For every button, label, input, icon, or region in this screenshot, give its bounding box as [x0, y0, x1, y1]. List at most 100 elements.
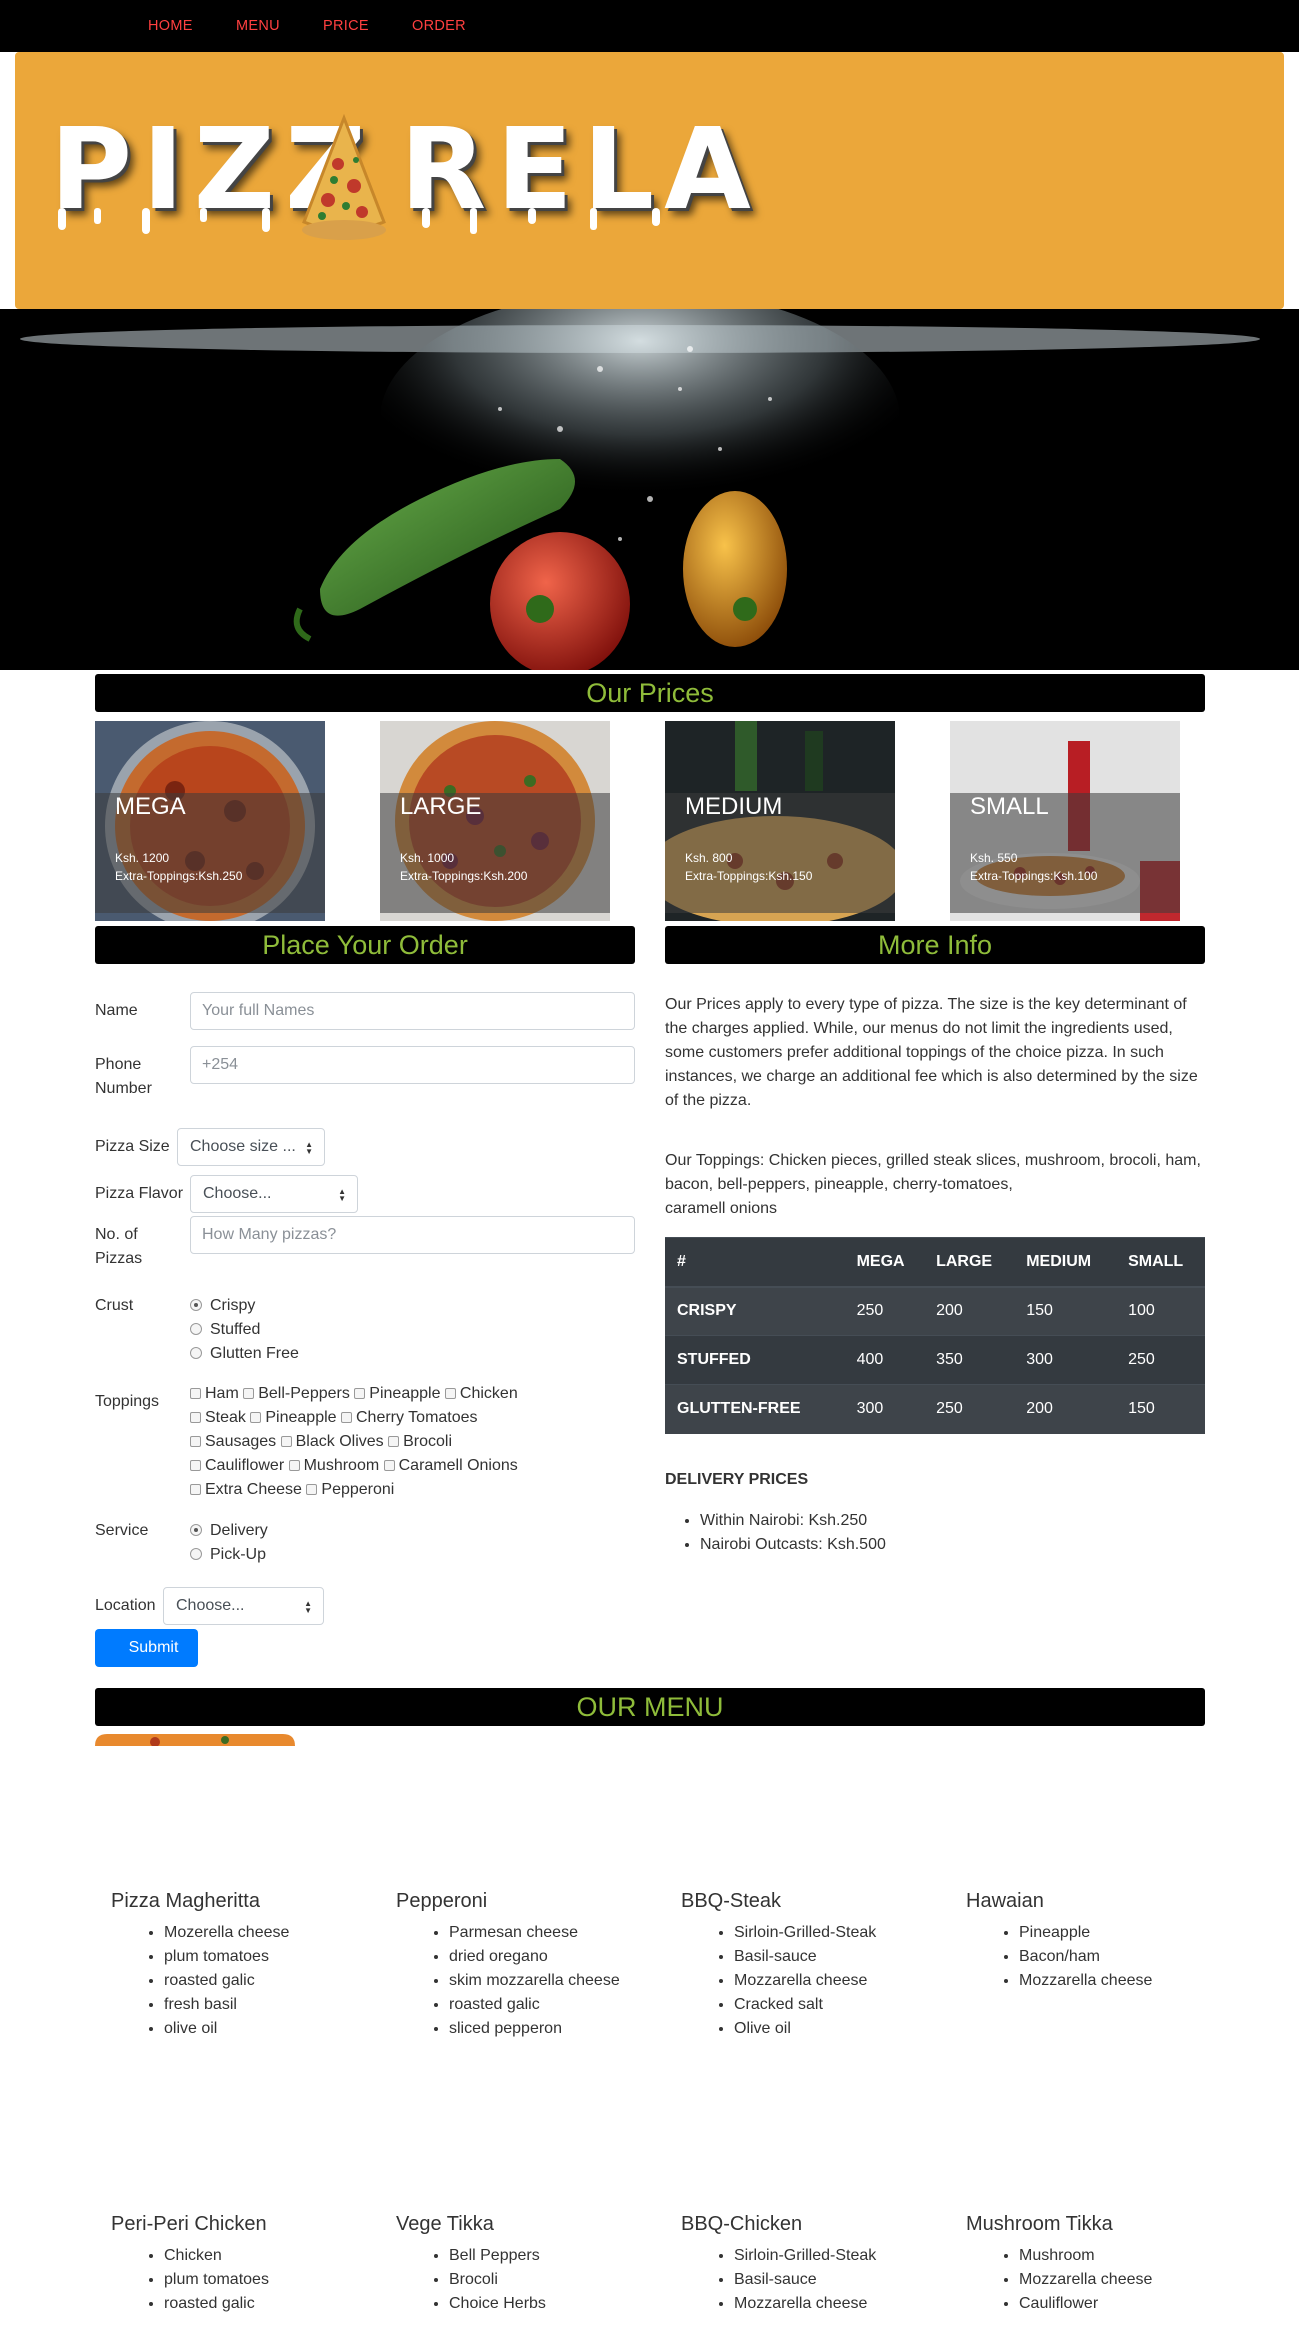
checkbox-icon[interactable] — [341, 1412, 352, 1423]
checkbox-icon[interactable] — [190, 1412, 201, 1423]
radio-icon[interactable] — [190, 1548, 202, 1560]
menu-item-title: Peri-Peri Chicken — [111, 2213, 267, 2235]
list-item: dried oregano — [449, 1945, 620, 1969]
checkbox-icon[interactable] — [190, 1484, 201, 1495]
phone-label: Phone Number — [95, 1056, 152, 1097]
checkbox-icon[interactable] — [288, 1460, 300, 1471]
list-item: skim mozzarella cheese — [449, 1969, 620, 1993]
price-card-price: Ksh. 1000 — [400, 851, 455, 865]
pizza-count-label: No. of Pizzas — [95, 1226, 143, 1267]
topping-label: Extra Cheese — [205, 1481, 302, 1498]
pizza-flavor-label: Pizza Flavor — [95, 1185, 184, 1202]
toppings-row: Steak Pineapple Cherry Tomatoes — [190, 1406, 478, 1430]
checkbox-icon[interactable] — [354, 1388, 366, 1399]
list-item: Bell Peppers — [449, 2244, 546, 2268]
checkbox-icon[interactable] — [280, 1436, 292, 1447]
menu-ingredient-list: Mozerella cheese plum tomatoes roasted g… — [111, 1921, 289, 2041]
menu-ingredient-list: Chicken plum tomatoes roasted galic — [111, 2244, 269, 2316]
toppings-row: Sausages Black Olives Brocoli — [190, 1430, 452, 1454]
location-value: Choose... — [176, 1597, 245, 1614]
checkbox-icon[interactable] — [444, 1388, 456, 1399]
table-header-cell: # — [665, 1237, 845, 1288]
list-item: roasted galic — [164, 2292, 269, 2316]
checkbox-icon[interactable] — [190, 1388, 201, 1399]
top-nav: HOME MENU PRICE ORDER — [0, 0, 1299, 52]
nav-home-link[interactable]: HOME — [148, 18, 193, 34]
nav-order-link[interactable]: ORDER — [412, 18, 466, 34]
checkbox-icon[interactable] — [243, 1388, 255, 1399]
price-card-large: LARGE Ksh. 1000 Extra-Toppings:Ksh.200 — [380, 721, 610, 921]
checkbox-icon[interactable] — [250, 1412, 262, 1423]
menu-item-title: Pizza Magheritta — [111, 1890, 260, 1912]
list-item: Mozzarella cheese — [1019, 1969, 1152, 1993]
list-item: Basil-sauce — [734, 1945, 876, 1969]
price-card-title: SMALL — [970, 793, 1049, 820]
table-cell: 300 — [844, 1384, 925, 1434]
table-cell: 150 — [1116, 1384, 1205, 1434]
list-item: Mozzarella cheese — [1019, 2268, 1152, 2292]
submit-button[interactable]: Submit — [95, 1629, 198, 1667]
radio-checked-icon[interactable] — [190, 1524, 202, 1536]
select-caret-icon: ▲ ▼ — [305, 1140, 313, 1156]
topping-label: Cauliflower — [205, 1457, 285, 1474]
pizza-size-select[interactable]: Choose size ... ▲ ▼ — [177, 1128, 325, 1166]
list-item: Sirloin-Grilled-Steak — [734, 2244, 876, 2268]
pizza-flavor-value: Choose... — [203, 1185, 272, 1202]
pizza-rela-logo: PIZZ RELA — [50, 78, 751, 248]
radio-icon[interactable] — [190, 1323, 202, 1335]
checkbox-icon[interactable] — [190, 1460, 201, 1471]
list-item: Mozerella cheese — [164, 1921, 289, 1945]
checkbox-icon[interactable] — [383, 1460, 395, 1471]
radio-checked-icon[interactable] — [190, 1299, 202, 1311]
price-card-mega: MEGA Ksh. 1200 Extra-Toppings:Ksh.250 — [95, 721, 325, 921]
price-card-extra: Extra-Toppings:Ksh.100 — [970, 869, 1098, 883]
name-input[interactable] — [190, 992, 635, 1030]
price-card-price: Ksh. 1200 — [115, 851, 170, 865]
toppings-row: Cauliflower Mushroom Caramell Onions — [190, 1454, 518, 1478]
crust-option-gluten-free[interactable]: Glutten Free — [190, 1342, 299, 1366]
menu-item-title: Pepperoni — [396, 1890, 488, 1912]
nav-menu-link[interactable]: MENU — [236, 18, 280, 34]
service-option-label: Delivery — [210, 1522, 268, 1539]
price-card-price: Ksh. 800 — [685, 851, 733, 865]
list-item: roasted galic — [449, 1993, 620, 2017]
list-item: Brocoli — [449, 2268, 546, 2292]
list-item: Mozzarella cheese — [734, 1969, 876, 1993]
location-select[interactable]: Choose... ▲ ▼ — [163, 1587, 324, 1625]
toppings-info-paragraph: Our Toppings: Chicken pieces, grilled st… — [665, 1152, 1201, 1193]
checkbox-icon[interactable] — [190, 1436, 201, 1447]
topping-label: Bell-Peppers — [258, 1385, 350, 1402]
service-option-pickup[interactable]: Pick-Up — [190, 1543, 266, 1567]
toppings-row: Ham Bell-Peppers Pineapple Chicken — [190, 1382, 518, 1406]
pizza-flavor-select[interactable]: Choose... ▲ ▼ — [190, 1175, 358, 1213]
table-cell: 400 — [844, 1335, 925, 1385]
checkbox-icon[interactable] — [388, 1436, 400, 1447]
menu-item-title: BBQ-Chicken — [681, 2213, 803, 2235]
nav-price-link[interactable]: PRICE — [323, 18, 369, 34]
checkbox-icon[interactable] — [306, 1484, 318, 1495]
menu-item-title: Mushroom Tikka — [966, 2213, 1113, 2235]
table-cell: STUFFED — [665, 1335, 845, 1385]
crust-option-crispy[interactable]: Crispy — [190, 1294, 255, 1318]
list-item: roasted galic — [164, 1969, 289, 1993]
service-option-delivery[interactable]: Delivery — [190, 1519, 268, 1543]
crust-option-stuffed[interactable]: Stuffed — [190, 1318, 260, 1342]
price-card-price: Ksh. 550 — [970, 851, 1018, 865]
topping-label: Caramell Onions — [398, 1457, 518, 1474]
table-header-row: # MEGA LARGE MEDIUM SMALL — [665, 1237, 1205, 1288]
pizza-size-value: Choose size ... — [190, 1138, 296, 1155]
menu-ingredient-list: Sirloin-Grilled-Steak Basil-sauce Mozzar… — [681, 1921, 876, 2041]
table-row: CRISPY 250 200 150 100 — [665, 1286, 1205, 1336]
topping-label: Pineapple — [369, 1385, 441, 1402]
table-row: GLUTTEN-FREE 300 250 200 150 — [665, 1384, 1205, 1434]
delivery-prices-list: Within Nairobi: Ksh.250 Nairobi Outcasts… — [665, 1509, 886, 1557]
radio-icon[interactable] — [190, 1347, 202, 1359]
list-item: Nairobi Outcasts: Ksh.500 — [700, 1533, 886, 1557]
crust-option-label: Glutten Free — [210, 1345, 299, 1362]
pizza-count-input[interactable] — [190, 1216, 635, 1254]
phone-input[interactable] — [190, 1046, 635, 1084]
list-item: Chicken — [164, 2244, 269, 2268]
list-item: fresh basil — [164, 1993, 289, 2017]
toppings-row: Extra Cheese Pepperoni — [190, 1478, 394, 1502]
list-item: Pineapple — [1019, 1921, 1152, 1945]
